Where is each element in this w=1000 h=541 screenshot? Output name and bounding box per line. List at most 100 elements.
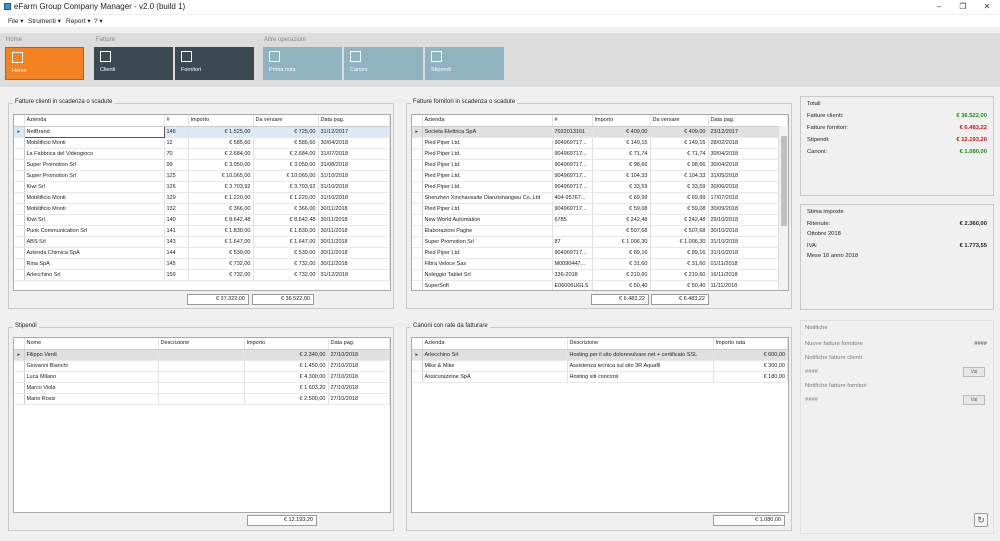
table-row[interactable]: Mobilificio Monti 132 € 366,00 € 366,00 30/1…: [14, 203, 390, 215]
table-row[interactable]: ▸ Filippo Verdi € 2.340,00 27/10/2018: [14, 349, 390, 361]
row-indicator[interactable]: [14, 148, 25, 160]
table-row[interactable]: Rina SpA 145 € 732,00 € 732,00 30/11/2018: [14, 258, 390, 270]
row-indicator[interactable]: [14, 137, 25, 149]
fatture-fornitori-scrollbar[interactable]: [778, 126, 788, 290]
row-indicator[interactable]: [412, 214, 423, 226]
table-row[interactable]: ▸ Arlecchino Srl Hosting per il sito dolor…: [412, 349, 788, 361]
fornitori-button[interactable]: Fornitori: [175, 47, 254, 80]
table-row[interactable]: Noleggio Tablet Srl 336-2018 € 219,60 € 219…: [412, 269, 788, 281]
row-indicator[interactable]: [412, 148, 423, 160]
table-row[interactable]: Elaborazioni Paghe € 507,68 € 507,68 30/10/…: [412, 225, 788, 237]
table-row[interactable]: Mike & Mike Assistenza tecnica sul sito 3…: [412, 360, 788, 372]
row-indicator[interactable]: [14, 192, 25, 204]
row-indicator[interactable]: [14, 371, 25, 383]
row-indicator[interactable]: [14, 159, 25, 171]
table-row[interactable]: ▸ NetBrand 146 € 1.525,00 € 725,00 31/12/2017: [14, 125, 390, 138]
table-row[interactable]: Super Promotion Srl 99 € 3.050,00 € 3.050,0…: [14, 159, 390, 171]
stipendi-grid[interactable]: Nome Descrizione Importo Data pag. ▸ Fili…: [13, 337, 391, 513]
table-row[interactable]: Mobilificio Monti 129 € 1.220,00 € 1.220,00…: [14, 192, 390, 204]
table-row[interactable]: Pied Piper Ltd. 904969717... € 89,16 € 89,1…: [412, 247, 788, 259]
col-da-versare[interactable]: Da versare: [253, 115, 319, 127]
row-indicator[interactable]: [412, 280, 423, 290]
row-indicator[interactable]: [412, 192, 423, 204]
table-row[interactable]: Pied Piper Ltd. 904969717... € 98,66 € 98,6…: [412, 159, 788, 171]
table-row[interactable]: La Fabbrica del Videogioco 70 € 2.684,00 € …: [14, 148, 390, 160]
table-row[interactable]: Giovanni Bianchi € 1.450,00 27/10/2018: [14, 360, 390, 372]
row-indicator[interactable]: [14, 225, 25, 237]
prima-nota-button[interactable]: Prima nota: [263, 47, 342, 80]
menu-help[interactable]: ? ▾: [94, 17, 103, 25]
table-row[interactable]: SuperSoft E06006UGLS € 50,40 € 50,40 11/11/2…: [412, 280, 788, 290]
row-indicator[interactable]: [412, 269, 423, 281]
row-indicator[interactable]: [412, 203, 423, 215]
row-indicator[interactable]: [412, 371, 423, 383]
col-azienda[interactable]: Azienda: [422, 115, 553, 127]
table-row[interactable]: Kiwi Srl 126 € 3.703,92 € 3.703,92 31/10/201…: [14, 181, 390, 193]
row-indicator[interactable]: [412, 159, 423, 171]
canoni-grid[interactable]: Azienda Descrizione Importo rata ▸ Arlecc…: [411, 337, 789, 513]
row-indicator[interactable]: [412, 170, 423, 182]
row-indicator[interactable]: [412, 247, 423, 259]
table-row[interactable]: Fibra Veloce Sas M0090447... € 31,60 € 31,6…: [412, 258, 788, 270]
row-indicator[interactable]: [412, 258, 423, 270]
col-descrizione[interactable]: Descrizione: [567, 338, 714, 350]
table-row[interactable]: Arlecchino Srl 159 € 732,00 € 732,00 31/12/2…: [14, 269, 390, 281]
row-indicator[interactable]: [14, 382, 25, 394]
table-row[interactable]: Pied Piper Ltd. 904969717... € 104,33 € 104…: [412, 170, 788, 182]
table-row[interactable]: Punk Communication Srl 141 € 1.830,00 € 1.8…: [14, 225, 390, 237]
stipendi-button[interactable]: Stipendi: [425, 47, 504, 80]
table-row[interactable]: New World Automation 6785 € 242,48 € 242,48…: [412, 214, 788, 226]
row-indicator[interactable]: ▸: [412, 126, 423, 138]
close-icon[interactable]: ✕: [980, 1, 994, 12]
row-indicator[interactable]: [14, 258, 25, 270]
col-data-pag[interactable]: Data pag.: [708, 115, 788, 127]
table-row[interactable]: Mario Rossi € 2.500,00 27/10/2018: [14, 393, 390, 405]
row-indicator[interactable]: [14, 170, 25, 182]
row-indicator[interactable]: [14, 203, 25, 215]
row-indicator[interactable]: [412, 360, 423, 372]
fatture-fornitori-grid[interactable]: Azienda # Importo Da versare Data pag. ▸…: [411, 114, 789, 291]
vai-clienti-button[interactable]: Vai: [963, 367, 985, 377]
table-row[interactable]: Kiwi Srl 140 € 8.642,48 € 8.642,48 30/11/201…: [14, 214, 390, 226]
row-indicator[interactable]: [14, 214, 25, 226]
row-indicator[interactable]: [14, 269, 25, 281]
menu-file[interactable]: File ▾: [8, 17, 24, 25]
col-azienda[interactable]: Azienda: [24, 115, 165, 127]
col-data-pag[interactable]: Data pag.: [318, 115, 390, 127]
row-indicator[interactable]: [14, 247, 25, 259]
canoni-button[interactable]: Canoni: [344, 47, 423, 80]
col-nome[interactable]: Nome: [24, 338, 159, 350]
table-row[interactable]: Pied Piper Ltd. 904969717... € 149,15 € 149…: [412, 137, 788, 149]
table-row[interactable]: Azienda Chimica SpA 144 € 539,00 € 539,00 30…: [14, 247, 390, 259]
fatture-clienti-grid[interactable]: Azienda # Importo Da versare Data pag. ▸…: [13, 114, 391, 291]
row-indicator[interactable]: [412, 137, 423, 149]
col-numero[interactable]: #: [164, 115, 189, 127]
row-indicator[interactable]: [14, 181, 25, 193]
col-importo[interactable]: Importo: [592, 115, 651, 127]
col-importo-rata[interactable]: Importo rata: [713, 338, 788, 350]
row-indicator[interactable]: [14, 360, 25, 372]
col-importo[interactable]: Importo: [244, 338, 329, 350]
row-indicator[interactable]: [14, 236, 25, 248]
clienti-button[interactable]: Clienti: [94, 47, 173, 80]
table-row[interactable]: Pied Piper Ltd. 904969717... € 71,74 € 71,7…: [412, 148, 788, 160]
maximize-icon[interactable]: ❐: [956, 1, 970, 12]
menu-report[interactable]: Report ▾: [66, 17, 91, 25]
row-indicator[interactable]: ▸: [14, 349, 25, 361]
col-importo[interactable]: Importo: [188, 115, 254, 127]
table-row[interactable]: Pied Piper Ltd. 904969717... € 59,08 € 59,0…: [412, 203, 788, 215]
table-row[interactable]: Shenzhen Xinchaosaite Dianzishangwu Co.,…: [412, 192, 788, 204]
table-row[interactable]: Super Promotion Srl 125 € 10.065,00 € 10.06…: [14, 170, 390, 182]
col-azienda[interactable]: Azienda: [422, 338, 568, 350]
refresh-icon[interactable]: ↻: [974, 513, 988, 527]
row-indicator[interactable]: [412, 225, 423, 237]
home-button[interactable]: Home: [5, 47, 84, 80]
row-indicator[interactable]: ▸: [14, 126, 25, 138]
table-row[interactable]: Luca Milano € 4.300,00 27/10/2018: [14, 371, 390, 383]
table-row[interactable]: Super Promotion Srl 87 € 1.006,30 € 1.006,3…: [412, 236, 788, 248]
menu-strumenti[interactable]: Strumenti ▾: [28, 17, 61, 25]
table-row[interactable]: ▸ Societa Elettrica SpA 7022013101 € 409,00…: [412, 126, 788, 138]
table-row[interactable]: Marco Viola € 1.603,20 27/10/2018: [14, 382, 390, 394]
row-indicator[interactable]: ▸: [412, 349, 423, 361]
table-row[interactable]: ABS Srl 143 € 1.647,00 € 1.647,00 30/11/2018: [14, 236, 390, 248]
